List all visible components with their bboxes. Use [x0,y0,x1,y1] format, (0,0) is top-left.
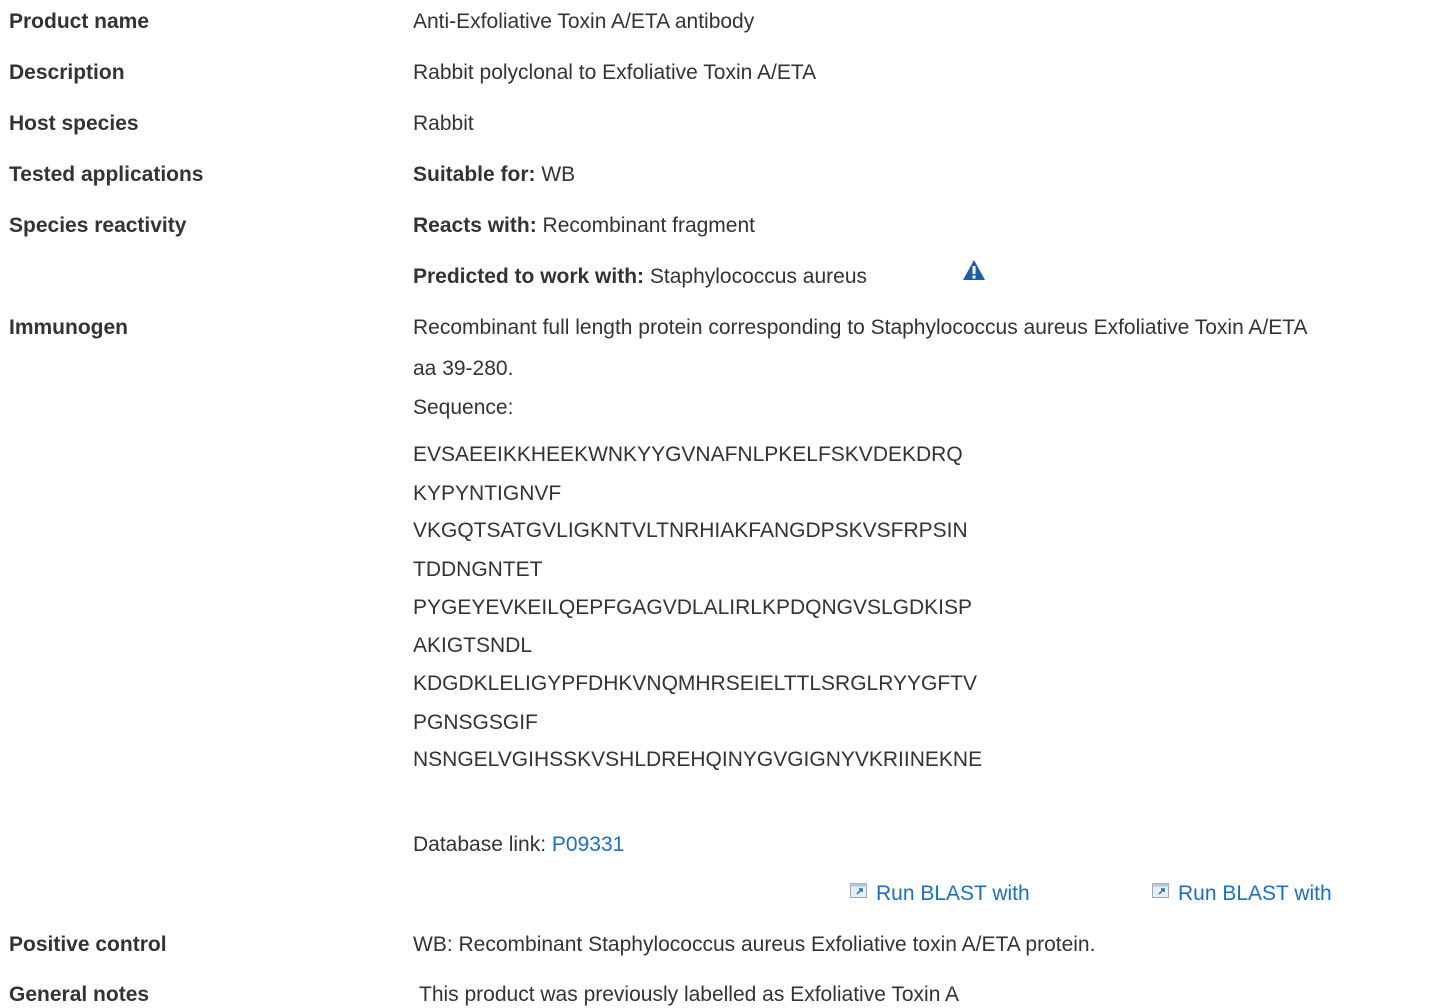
description-value: Rabbit polyclonal to Exfoliative Toxin A… [413,61,817,84]
host-species-label: Host species [9,112,139,135]
sequence-line: PGNSGSGIF [413,711,538,734]
positive-control-label: Positive control [9,933,167,956]
immunogen-line-1: Recombinant full length protein correspo… [413,316,1308,339]
external-window-icon [850,883,867,898]
immunogen-line-2: aa 39-280. [413,357,514,380]
predicted-prefix: Predicted to work with: [413,265,645,288]
sequence-line: KYPYNTIGNVF [413,482,562,505]
warning-triangle-icon[interactable] [962,259,986,281]
reacts-with-prefix: Reacts with: [413,214,537,237]
database-link-row: Database link: P09331 [413,833,624,857]
general-notes-value: This product was previously labelled as … [419,983,960,1006]
sequence-line: KDGDKLELIGYPFDHKVNQMHRSEIELTTLSRGLRYYGFT… [413,672,978,695]
predicted-to-work-value: Predicted to work with: Staphylococcus a… [413,265,867,289]
run-blast-label-1[interactable]: Run BLAST with [876,882,1030,905]
immunogen-label: Immunogen [9,316,128,339]
tested-applications-label: Tested applications [9,163,204,186]
run-blast-button-1[interactable]: Run BLAST with [850,882,1030,906]
tested-applications-value: Suitable for: WB [413,163,575,187]
description-label: Description [9,61,125,84]
predicted-species: Staphylococcus aureus [649,265,868,288]
product-name-value: Anti-Exfoliative Toxin A/ETA antibody [413,10,755,33]
species-reactivity-label: Species reactivity [9,214,187,237]
suitable-for-prefix: Suitable for: [413,163,536,186]
sequence-line: TDDNGNTET [413,558,543,581]
general-notes-label: General notes [9,983,150,1006]
suitable-for-value: WB [541,163,576,186]
sequence-line: VKGQTSATGVLIGKNTVLTNRHIAKFANGDPSKVSFRPSI… [413,519,968,542]
reacts-with-species: Recombinant fragment [542,214,755,237]
database-link-p09331[interactable]: P09331 [552,833,624,856]
sequence-label: Sequence: [413,396,514,419]
sequence-line: AKIGTSNDL [413,634,533,657]
sequence-line: NSNGELVGIHSSKVSHLDREHQINYGVGIGNYVKRIINEK… [413,748,983,771]
product-name-label: Product name [9,10,150,33]
reacts-with-value: Reacts with: Recombinant fragment [413,214,755,238]
sequence-line: PYGEYEVKEILQEPFGAGVDLALIRLKPDQNGVSLGDKIS… [413,596,973,619]
external-window-icon [1152,883,1169,898]
positive-control-value: WB: Recombinant Staphylococcus aureus Ex… [413,933,1096,956]
sequence-line: EVSAEEIKKHEEKWNKYYGVNAFNLPKELFSKVDEKDRQ [413,443,963,466]
host-species-value: Rabbit [413,112,474,135]
run-blast-button-2[interactable]: Run BLAST with [1152,882,1332,906]
run-blast-label-2[interactable]: Run BLAST with [1178,882,1332,905]
database-link-prefix: Database link: [413,833,547,856]
